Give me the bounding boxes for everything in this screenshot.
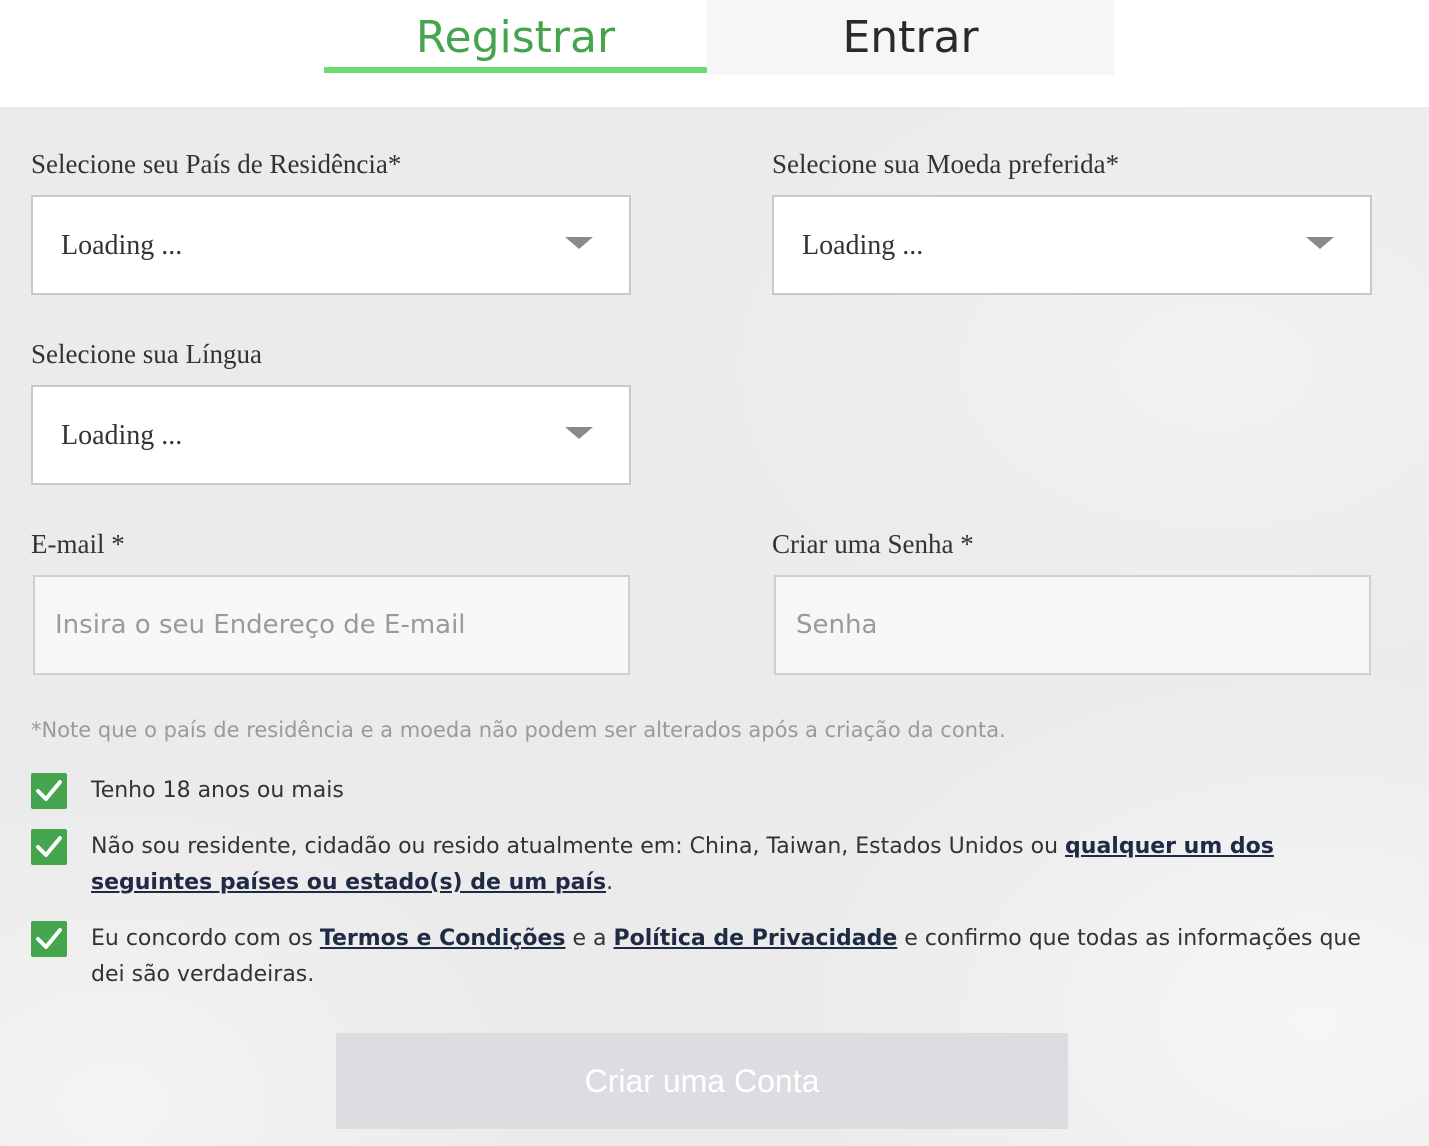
- password-label: Criar uma Senha *: [772, 529, 974, 559]
- registration-form: Selecione seu País de Residência* Loadin…: [0, 107, 1429, 1146]
- age-checkbox[interactable]: [31, 773, 67, 809]
- currency-select[interactable]: Loading ...: [772, 195, 1372, 295]
- currency-select-value: Loading ...: [802, 230, 924, 261]
- tab-login-label: Entrar: [842, 12, 979, 63]
- email-label: E-mail *: [31, 529, 125, 559]
- checkmark-icon: [36, 780, 62, 801]
- create-account-button[interactable]: Criar uma Conta: [336, 1033, 1068, 1129]
- residence-text-pre: Não sou residente, cidadão ou resido atu…: [91, 834, 1066, 859]
- residence-text-post: .: [606, 870, 614, 895]
- tab-login[interactable]: Entrar: [707, 0, 1114, 75]
- auth-tabs: Registrar Entrar: [324, 0, 1114, 75]
- terms-check-label: Eu concordo com os Termos e Condições e …: [91, 921, 1391, 993]
- residence-checkbox[interactable]: [31, 829, 67, 865]
- checkmark-icon: [36, 836, 62, 857]
- privacy-policy-link[interactable]: Política de Privacidade: [613, 926, 897, 951]
- language-select[interactable]: Loading ...: [31, 385, 631, 485]
- terms-text-pre: Eu concordo com os: [91, 926, 320, 951]
- email-input[interactable]: [33, 575, 630, 675]
- currency-label: Selecione sua Moeda preferida*: [772, 149, 1120, 179]
- chevron-down-icon: [1306, 237, 1334, 249]
- country-select[interactable]: Loading ...: [31, 195, 631, 295]
- chevron-down-icon: [565, 427, 593, 439]
- tab-register-label: Registrar: [415, 12, 616, 63]
- residence-check-label: Não sou residente, cidadão ou resido atu…: [91, 829, 1391, 901]
- tab-register[interactable]: Registrar: [324, 0, 707, 75]
- checkmark-icon: [36, 928, 62, 949]
- chevron-down-icon: [565, 237, 593, 249]
- residence-note: *Note que o país de residência e a moeda…: [31, 718, 1006, 742]
- terms-checkbox[interactable]: [31, 921, 67, 957]
- age-check-label: Tenho 18 anos ou mais: [91, 778, 344, 803]
- country-label: Selecione seu País de Residência*: [31, 149, 402, 179]
- language-label: Selecione sua Língua: [31, 339, 262, 369]
- password-input[interactable]: [774, 575, 1371, 675]
- country-select-value: Loading ...: [61, 230, 183, 261]
- language-select-value: Loading ...: [61, 420, 183, 451]
- terms-link[interactable]: Termos e Condições: [320, 926, 566, 951]
- terms-text-mid: e a: [565, 926, 614, 951]
